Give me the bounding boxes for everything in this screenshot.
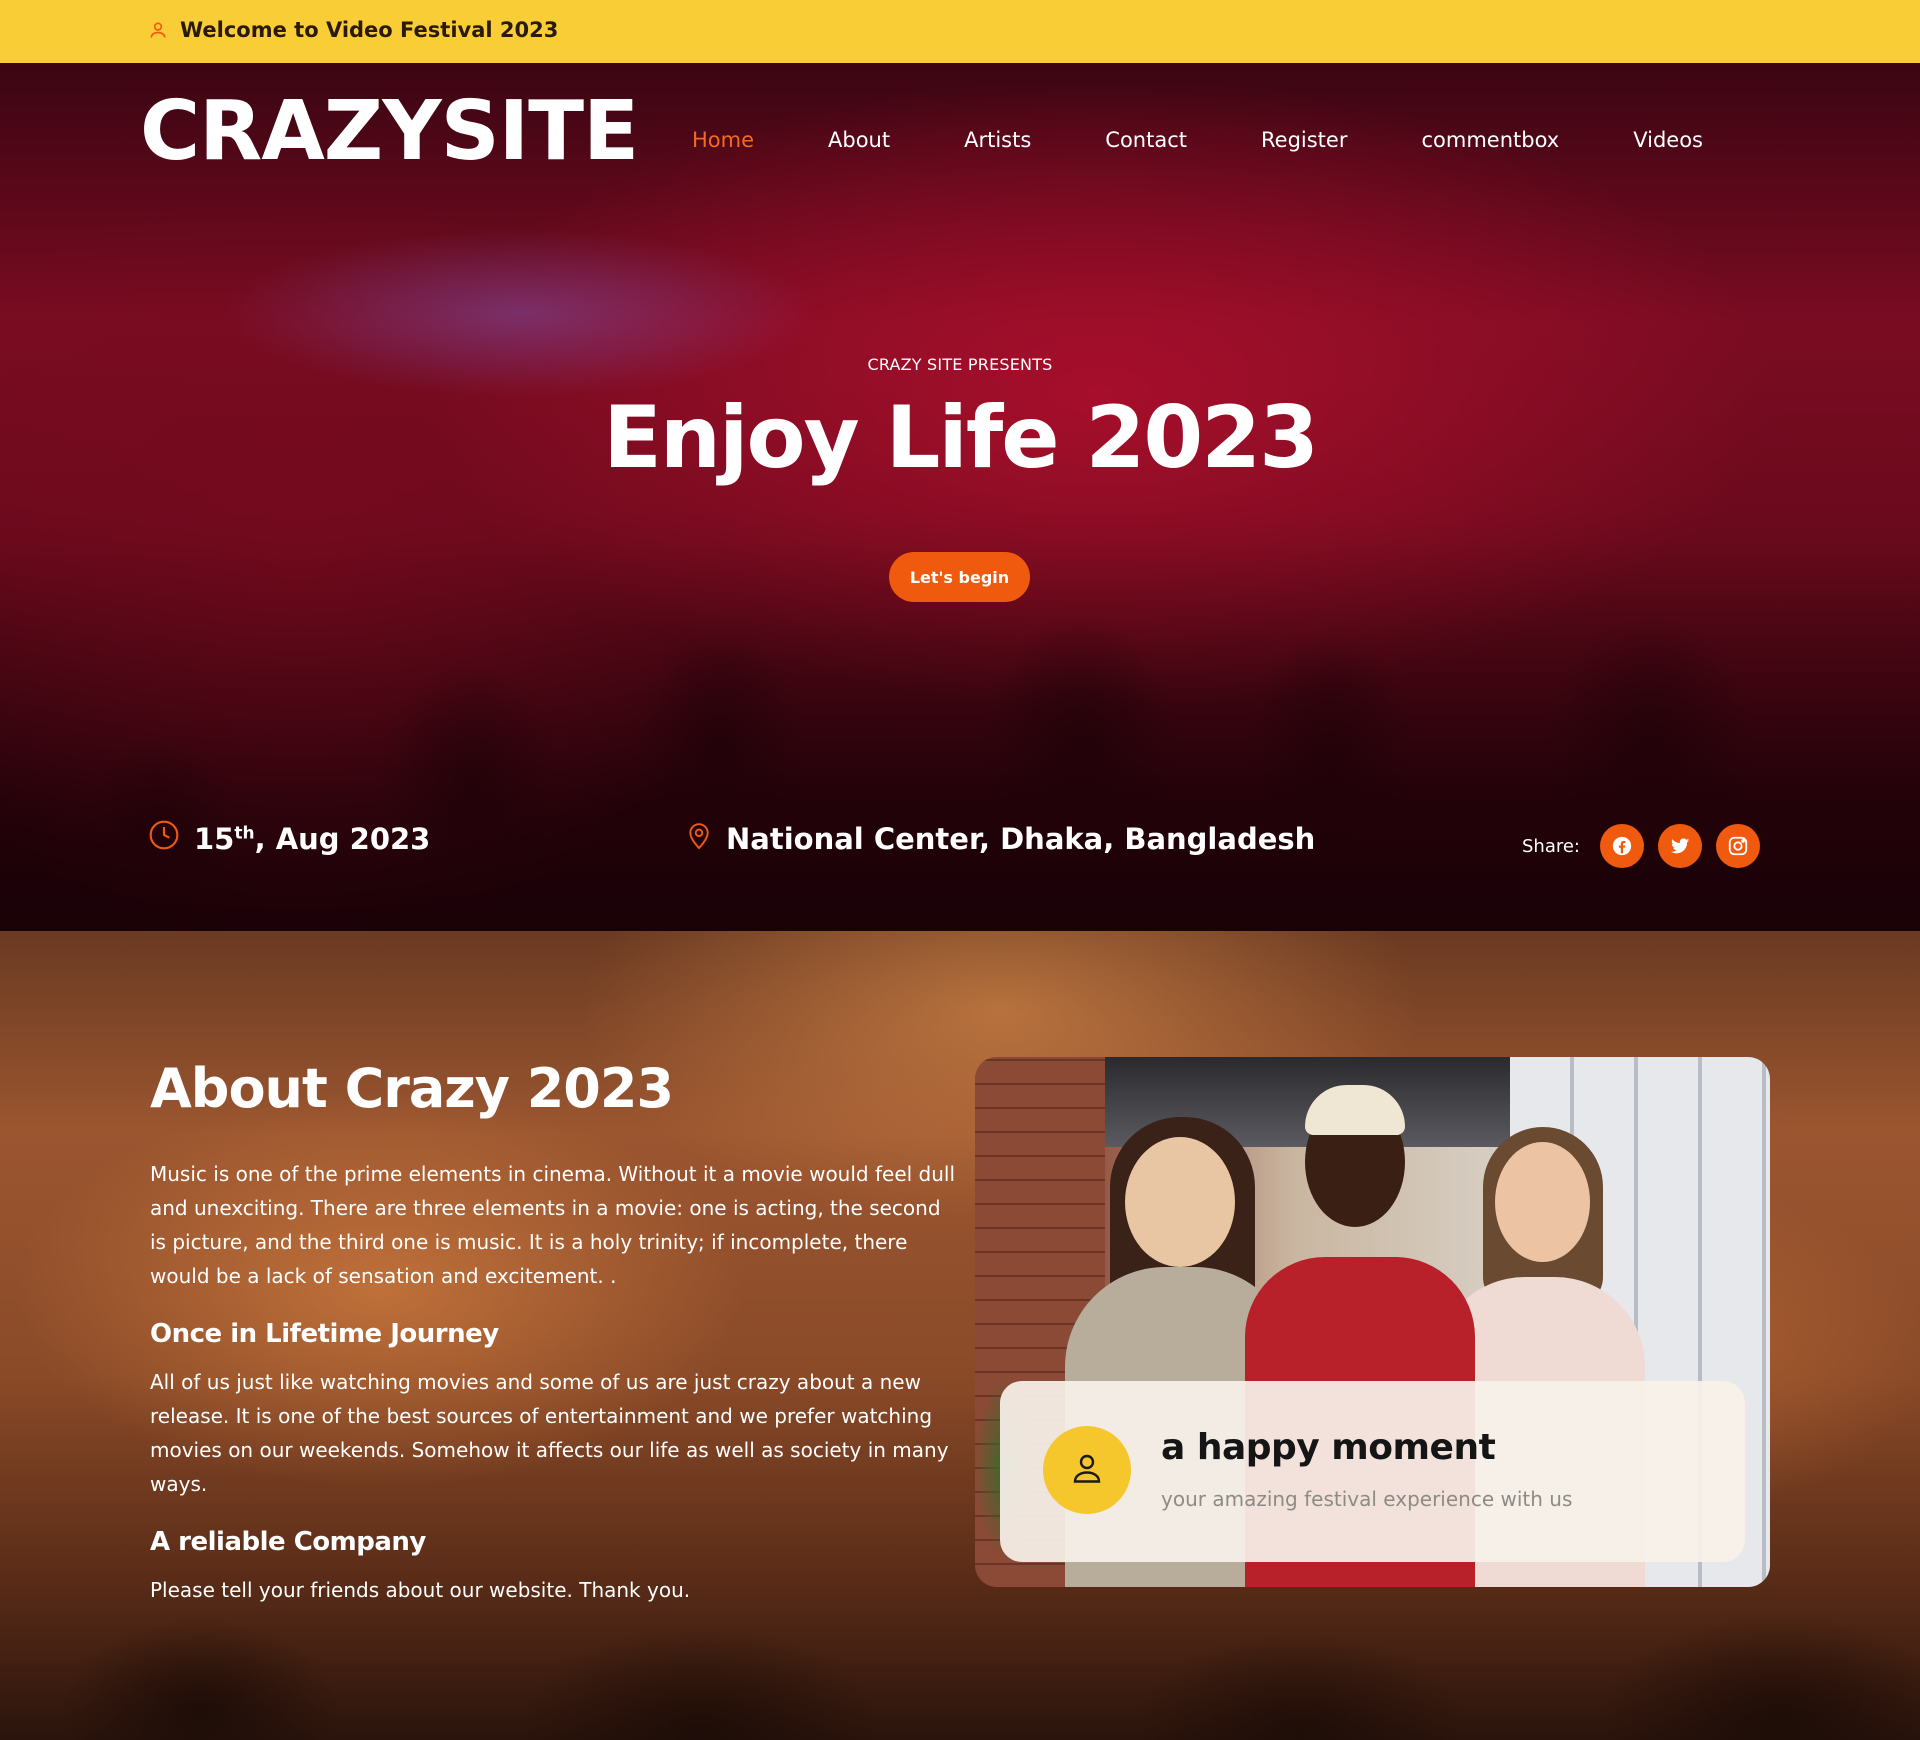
site-logo[interactable]: CRAZYSITE — [140, 91, 639, 173]
event-location: National Center, Dhaka, Bangladesh — [686, 819, 1315, 858]
twitter-icon[interactable] — [1658, 824, 1702, 868]
nav-register[interactable]: Register — [1261, 128, 1347, 152]
nav-contact[interactable]: Contact — [1105, 128, 1187, 152]
location-text: National Center, Dhaka, Bangladesh — [726, 821, 1316, 856]
instagram-icon[interactable] — [1716, 824, 1760, 868]
lets-begin-button[interactable]: Let's begin — [889, 552, 1030, 602]
section-text-company: Please tell your friends about our websi… — [150, 1578, 691, 1602]
event-date: 15th, Aug 2023 — [148, 819, 430, 858]
nav-about[interactable]: About — [828, 128, 890, 152]
person-head — [1125, 1137, 1235, 1267]
user-icon — [1069, 1450, 1105, 1490]
nav-videos[interactable]: Videos — [1633, 128, 1703, 152]
main-nav: Home About Artists Contact Register comm… — [692, 128, 1703, 152]
section-heading-journey: Once in Lifetime Journey — [150, 1319, 499, 1349]
happy-moment-card: a happy moment your amazing festival exp… — [1000, 1381, 1745, 1562]
facebook-icon[interactable] — [1600, 824, 1644, 868]
share-group: Share: — [1522, 824, 1760, 868]
map-pin-icon — [686, 819, 712, 858]
nav-home[interactable]: Home — [692, 128, 754, 152]
hero-presents: CRAZY SITE PRESENTS — [867, 355, 1053, 374]
festival-photo: a happy moment your amazing festival exp… — [975, 1057, 1770, 1587]
section-heading-company: A reliable Company — [150, 1527, 426, 1557]
hero-title: Enjoy Life 2023 — [603, 388, 1319, 488]
share-label: Share: — [1521, 835, 1580, 857]
clock-icon — [148, 819, 180, 858]
nav-commentbox[interactable]: commentbox — [1421, 128, 1559, 152]
card-subtitle: your amazing festival experience with us — [1161, 1487, 1573, 1511]
section-text-journey: All of us just like watching movies and … — [150, 1370, 949, 1496]
about-title: About Crazy 2023 — [150, 1057, 674, 1120]
person-head — [1495, 1142, 1590, 1262]
hero-section: CRAZYSITE Home About Artists Contact Reg… — [0, 63, 1920, 931]
card-title: a happy moment — [1161, 1427, 1496, 1468]
nav-artists[interactable]: Artists — [964, 128, 1031, 152]
announcement-bar: Welcome to Video Festival 2023 — [0, 0, 1920, 63]
avatar — [1043, 1426, 1131, 1514]
date-text: 15th, Aug 2023 — [194, 821, 431, 856]
welcome-text: Welcome to Video Festival 2023 — [180, 18, 559, 42]
about-intro: Music is one of the prime elements in ci… — [150, 1162, 956, 1288]
announcement-content: Welcome to Video Festival 2023 — [148, 18, 558, 42]
user-icon — [148, 20, 168, 40]
